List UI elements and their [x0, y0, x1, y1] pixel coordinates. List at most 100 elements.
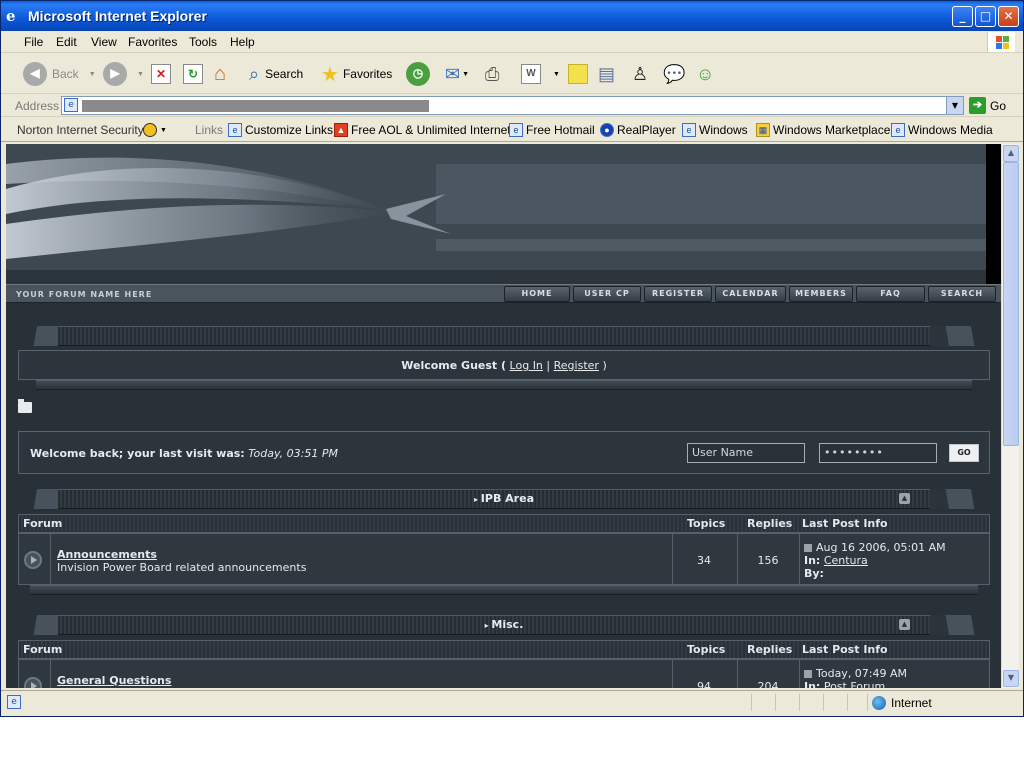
status-section: [823, 694, 847, 711]
close-button[interactable]: ✕: [998, 6, 1019, 27]
status-section: [775, 694, 799, 711]
category-arrow-icon: ▸: [473, 495, 481, 504]
register-link[interactable]: Register: [554, 359, 599, 372]
nav-search-button[interactable]: SEARCH: [928, 286, 996, 302]
back-arrow-icon: ◀: [23, 62, 47, 86]
security-zone[interactable]: Internet: [867, 694, 1021, 711]
stop-button[interactable]: ✕: [151, 60, 171, 88]
back-dropdown-icon[interactable]: ▼: [89, 71, 96, 78]
link-label: RealPlayer: [617, 123, 676, 137]
login-go-label: GO: [957, 448, 971, 457]
forum-status-icon: [24, 677, 42, 688]
category-title-text: Misc.: [491, 618, 524, 631]
zone-label: Internet: [891, 695, 932, 710]
history-button[interactable]: ◷: [406, 60, 430, 88]
category-title-text: IPB Area: [480, 492, 534, 505]
table-header-ipb: Forum Topics Replies Last Post Info: [18, 514, 990, 533]
link-free-aol[interactable]: ▲ Free AOL & Unlimited Internet: [334, 123, 511, 137]
forward-dropdown-icon[interactable]: ▼: [137, 71, 144, 78]
nav-members-button[interactable]: MEMBERS: [789, 286, 853, 302]
go-button[interactable]: ➔ Go: [969, 97, 1006, 114]
category-bar-ipb-area[interactable]: ▸ IPB Area ▲: [18, 489, 990, 513]
forum-title: Announcements: [57, 548, 157, 561]
link-windows-media[interactable]: e Windows Media: [891, 123, 993, 137]
ie-page-icon: e: [228, 123, 242, 137]
link-realplayer[interactable]: ● RealPlayer: [600, 123, 676, 137]
collapse-up-icon[interactable]: ▲: [899, 619, 910, 630]
menu-bar: File Edit View Favorites Tools Help: [1, 31, 1023, 53]
nav-faq-button[interactable]: FAQ: [856, 286, 925, 302]
edit-button[interactable]: W ▼: [521, 60, 560, 88]
page-viewport[interactable]: YOUR FORUM NAME HERE HOME USER CP REGIST…: [6, 144, 1001, 688]
address-dropdown-icon[interactable]: ▼: [946, 97, 963, 114]
nav-register-button[interactable]: REGISTER: [644, 286, 712, 302]
nav-usercp-button[interactable]: USER CP: [573, 286, 641, 302]
last-post-icon[interactable]: [804, 544, 812, 552]
bar-cap-right: [930, 326, 990, 346]
ie-page-icon: e: [891, 123, 905, 137]
scroll-down-arrow-icon[interactable]: ▼: [1003, 670, 1019, 687]
home-button[interactable]: ⌂: [214, 60, 226, 88]
discuss-button[interactable]: 💬: [663, 60, 685, 88]
title-bar[interactable]: e Microsoft Internet Explorer _ □ ✕: [1, 1, 1023, 31]
login-go-button[interactable]: GO: [949, 444, 979, 462]
menu-favorites[interactable]: Favorites: [128, 35, 177, 49]
menu-view[interactable]: View: [91, 35, 117, 49]
replies-count: 156: [757, 554, 779, 567]
nav-calendar-button[interactable]: CALENDAR: [715, 286, 786, 302]
username-input[interactable]: User Name: [687, 443, 805, 463]
links-bar: Norton Internet Security ▼ Links e Custom…: [1, 118, 1023, 142]
category-title[interactable]: ▸ Misc.: [18, 618, 990, 631]
menu-edit[interactable]: Edit: [56, 35, 77, 49]
menu-tools[interactable]: Tools: [189, 35, 217, 49]
messenger-button[interactable]: ♙: [632, 60, 648, 88]
menu-help[interactable]: Help: [230, 35, 255, 49]
mail-button[interactable]: ✉ ▼: [445, 60, 469, 88]
forum-header-banner: [6, 144, 1001, 284]
norton-label: Norton Internet Security: [17, 123, 144, 137]
folder-icon[interactable]: [18, 399, 32, 413]
last-post-icon[interactable]: [804, 670, 812, 678]
minimize-button[interactable]: _: [952, 6, 973, 27]
address-input[interactable]: e ▼: [61, 96, 964, 115]
maximize-button[interactable]: □: [975, 6, 996, 27]
scroll-thumb[interactable]: [1003, 162, 1019, 446]
link-customize-links[interactable]: e Customize Links: [228, 123, 333, 137]
password-input[interactable]: ••••••••: [819, 443, 937, 463]
menu-file[interactable]: File: [24, 35, 43, 49]
category-bar-misc[interactable]: ▸ Misc. ▲: [18, 615, 990, 639]
login-link[interactable]: Log In: [510, 359, 543, 372]
link-windows[interactable]: e Windows: [682, 123, 748, 137]
aol-icon: ▲: [334, 123, 348, 137]
forum-title-link[interactable]: General Questions: [57, 674, 171, 687]
edit-dropdown-icon[interactable]: ▼: [553, 71, 560, 78]
norton-toolbar[interactable]: Norton Internet Security: [17, 123, 144, 137]
forward-button[interactable]: ▶ ▼: [103, 60, 144, 88]
link-windows-marketplace[interactable]: ▦ Windows Marketplace: [756, 123, 890, 137]
search-button[interactable]: ⌕ Search: [249, 60, 303, 88]
collapse-up-icon[interactable]: ▲: [899, 493, 910, 504]
favorites-button[interactable]: ★ Favorites: [321, 60, 392, 88]
refresh-button[interactable]: ↻: [183, 60, 203, 88]
last-post-topic-link[interactable]: Post Forum: [824, 680, 885, 688]
category-title[interactable]: ▸ IPB Area: [18, 492, 990, 505]
research-icon: ▤: [598, 63, 616, 84]
refresh-icon: ↻: [183, 64, 203, 84]
forum-row: Announcements Invision Power Board relat…: [18, 533, 990, 585]
back-button[interactable]: ◀ Back ▼: [23, 60, 96, 88]
scroll-up-arrow-icon[interactable]: ▲: [1003, 145, 1019, 162]
ie-logo-icon: e: [6, 7, 16, 25]
notes-button[interactable]: [568, 60, 588, 88]
go-arrow-icon: ➔: [969, 97, 986, 114]
vertical-scrollbar[interactable]: ▲ ▼: [1001, 144, 1019, 688]
nav-home-button[interactable]: HOME: [504, 286, 570, 302]
last-post-topic-link[interactable]: Centura: [824, 554, 868, 567]
msn-messenger-button[interactable]: ☺: [696, 60, 714, 88]
print-button[interactable]: ⎙: [485, 60, 499, 88]
research-button[interactable]: ▤: [598, 60, 615, 88]
mail-dropdown-icon[interactable]: ▼: [462, 71, 469, 78]
link-free-hotmail[interactable]: e Free Hotmail: [509, 123, 595, 137]
status-page-icon: e: [7, 695, 21, 709]
forum-title-link[interactable]: Announcements: [57, 548, 157, 561]
norton-menu[interactable]: ▼: [143, 123, 167, 137]
